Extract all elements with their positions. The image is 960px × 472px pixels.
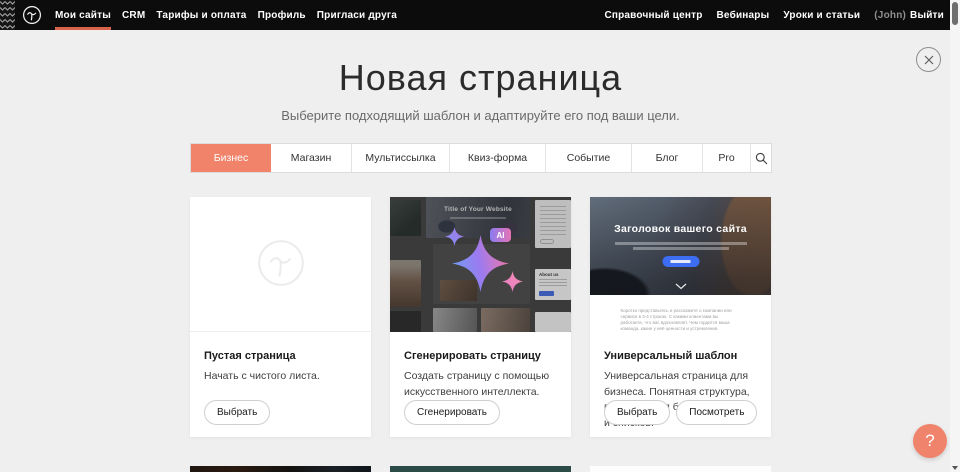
tab-pro[interactable]: Pro — [703, 144, 751, 172]
template-body: Коротко представьтесь и расскажите о ком… — [590, 295, 771, 332]
nav-help-center[interactable]: Справочный центр — [604, 0, 702, 30]
template-preview[interactable]: Заголовок вашего сайта Коротко представь… — [590, 197, 771, 332]
topbar-left-menu: Мои сайты CRM Тарифы и оплата Профиль Пр… — [55, 0, 397, 30]
ai-sparkle-icon: AI — [390, 197, 571, 332]
scrollbar-thumb[interactable] — [952, 2, 958, 25]
ai-badge: AI — [490, 228, 511, 242]
nav-invite-friend[interactable]: Пригласи друга — [317, 0, 397, 30]
ai-generate-preview[interactable]: Title of Your Website About us — [390, 197, 571, 332]
tab-business[interactable]: Бизнес — [191, 144, 271, 172]
scrollbar[interactable] — [950, 0, 960, 472]
close-button[interactable] — [916, 47, 941, 72]
tab-multilink[interactable]: Мультиссылка — [352, 144, 450, 172]
topbar: Мои сайты CRM Тарифы и оплата Профиль Пр… — [0, 0, 950, 30]
generate-button[interactable]: Сгенерировать — [404, 400, 500, 425]
nav-pricing[interactable]: Тарифы и оплата — [156, 0, 246, 30]
card-actions: Выбрать Посмотреть — [604, 400, 757, 425]
next-card-peek[interactable] — [190, 466, 371, 472]
tab-quiz-form[interactable]: Квиз-форма — [450, 144, 546, 172]
template-paragraph: Коротко представьтесь и расскажите о ком… — [621, 308, 741, 332]
card-title: Сгенерировать страницу — [390, 332, 571, 362]
tilda-app: Мои сайты CRM Тарифы и оплата Профиль Пр… — [0, 0, 960, 472]
template-hero: Заголовок вашего сайта — [590, 197, 771, 295]
question-mark-icon: ? — [925, 431, 934, 451]
page-subtitle: Выберите подходящий шаблон и адаптируйте… — [185, 108, 776, 123]
template-cards: Пустая страница Начать с чистого листа. … — [190, 197, 771, 437]
user-name: (John) — [874, 10, 906, 21]
ai-badge-label: AI — [497, 231, 505, 240]
card-blank-page: Пустая страница Начать с чистого листа. … — [190, 197, 371, 437]
card-description: Создать страницу с помощью искусственног… — [390, 362, 571, 400]
logout-label: Выйти — [910, 10, 944, 21]
nav-my-sites[interactable]: Мои сайты — [55, 0, 111, 30]
scrollbar-down-arrow-icon[interactable] — [952, 466, 958, 470]
tab-store[interactable]: Магазин — [271, 144, 352, 172]
template-hero-subline — [615, 242, 747, 245]
next-card-peek[interactable] — [590, 466, 771, 472]
page-title: Новая страница — [185, 57, 776, 99]
tilda-watermark-icon — [257, 239, 305, 287]
nav-profile[interactable]: Профиль — [258, 0, 306, 30]
topbar-right-menu: Справочный центр Вебинары Уроки и статьи… — [604, 0, 944, 30]
card-title: Пустая страница — [190, 332, 371, 362]
next-card-peek[interactable] — [390, 466, 571, 472]
decor-pattern — [0, 0, 15, 30]
view-template-button[interactable]: Посмотреть — [676, 400, 757, 425]
choose-template-button[interactable]: Выбрать — [604, 400, 670, 425]
card-actions: Сгенерировать — [404, 400, 500, 425]
card-actions: Выбрать — [204, 400, 270, 425]
new-page-dialog: Новая страница Выберите подходящий шабло… — [0, 30, 950, 472]
tab-search[interactable] — [751, 144, 771, 172]
card-description: Начать с чистого листа. — [190, 362, 371, 385]
close-icon — [924, 55, 934, 65]
tilda-logo-icon[interactable] — [21, 4, 43, 26]
template-hero-subline — [633, 247, 729, 250]
card-ai-generate: Title of Your Website About us — [390, 197, 571, 437]
nav-crm[interactable]: CRM — [122, 0, 145, 30]
blank-page-preview[interactable] — [190, 197, 371, 332]
tab-event[interactable]: Событие — [546, 144, 632, 172]
template-hero-heading: Заголовок вашего сайта — [590, 223, 771, 235]
nav-lessons[interactable]: Уроки и статьи — [783, 0, 860, 30]
tab-blog[interactable]: Блог — [632, 144, 703, 172]
choose-blank-button[interactable]: Выбрать — [204, 400, 270, 425]
nav-webinars[interactable]: Вебинары — [717, 0, 770, 30]
help-button[interactable]: ? — [913, 424, 947, 458]
card-title: Универсальный шаблон — [590, 332, 771, 362]
nav-logout[interactable]: (John) Выйти — [874, 0, 944, 30]
next-row-peek — [190, 466, 771, 472]
chevron-down-icon — [675, 283, 687, 290]
search-icon — [755, 152, 768, 165]
card-universal-template: Заголовок вашего сайта Коротко представь… — [590, 197, 771, 437]
template-category-tabs: Бизнес Магазин Мультиссылка Квиз-форма С… — [190, 143, 772, 173]
template-hero-button — [662, 256, 699, 267]
